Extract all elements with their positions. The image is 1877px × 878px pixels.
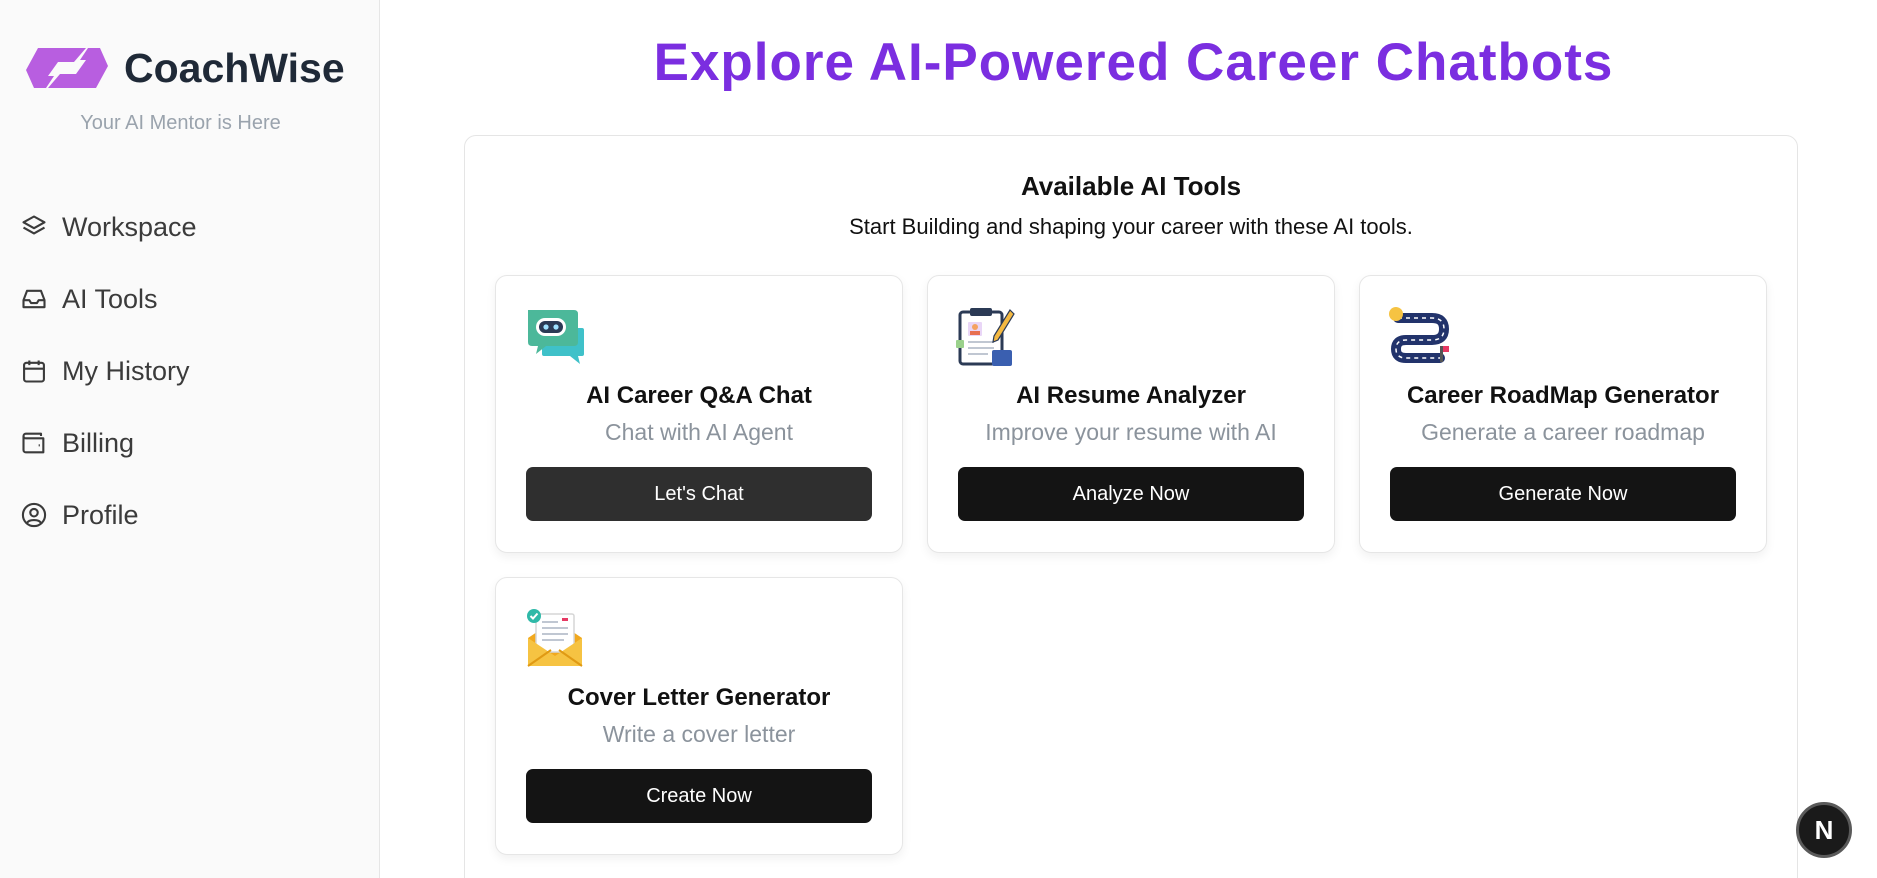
user-circle-icon: [20, 501, 48, 529]
inbox-icon: [20, 285, 48, 313]
tool-card-description: Write a cover letter: [602, 721, 796, 747]
page-title: Explore AI-Powered Career Chatbots: [653, 33, 1614, 92]
tool-card-career-chat: AI Career Q&A Chat Chat with AI Agent Le…: [495, 275, 903, 553]
sidebar-item-profile[interactable]: Profile: [0, 479, 379, 551]
resume-icon: [956, 308, 1015, 366]
envelope-letter-icon: [527, 609, 583, 667]
panel-title: Available AI Tools: [1020, 171, 1242, 201]
tool-card-description: Improve your resume with AI: [985, 419, 1277, 445]
tool-card-description: Generate a career roadmap: [1421, 419, 1705, 445]
sidebar-item-label: Profile: [62, 499, 139, 530]
sidebar-item-billing[interactable]: Billing: [0, 407, 379, 479]
calendar-icon: [20, 357, 48, 385]
analyze-now-button[interactable]: Analyze Now: [958, 467, 1304, 521]
roadmap-icon: [1389, 307, 1450, 363]
layers-icon: [20, 213, 48, 241]
brand-name: CoachWise: [124, 44, 345, 91]
nextjs-icon[interactable]: N: [1796, 802, 1852, 858]
tool-card-title: AI Resume Analyzer: [1016, 382, 1246, 409]
tool-card-resume-analyzer: AI Resume Analyzer Improve your resume w…: [927, 275, 1335, 553]
main-content: Explore AI-Powered Career Chatbots Avail…: [380, 0, 1877, 878]
create-now-button[interactable]: Create Now: [526, 769, 872, 823]
sidebar-item-label: My History: [62, 355, 190, 386]
tool-card-title: Career RoadMap Generator: [1406, 382, 1720, 409]
sidebar-item-workspace[interactable]: Workspace: [0, 191, 379, 263]
sidebar-item-label: AI Tools: [62, 283, 158, 314]
brand-tagline: Your AI Mentor is Here: [80, 112, 281, 134]
chat-bot-icon: [528, 310, 584, 364]
wallet-icon: [20, 429, 48, 457]
tool-card-roadmap-generator: Career RoadMap Generator Generate a care…: [1359, 275, 1767, 553]
sidebar-item-my-history[interactable]: My History: [0, 335, 379, 407]
lets-chat-button[interactable]: Let's Chat: [526, 467, 872, 521]
brand[interactable]: CoachWise: [0, 0, 379, 94]
sidebar-item-label: Workspace: [62, 211, 197, 242]
tool-card-cover-letter: Cover Letter Generator Write a cover let…: [495, 577, 903, 855]
tool-card-title: AI Career Q&A Chat: [586, 382, 812, 409]
sidebar-item-label: Billing: [62, 427, 135, 458]
sidebar-item-ai-tools[interactable]: AI Tools: [0, 263, 379, 335]
generate-now-button[interactable]: Generate Now: [1390, 467, 1736, 521]
tool-card-description: Chat with AI Agent: [605, 419, 793, 445]
sidebar: CoachWise Your AI Mentor is Here Workspa…: [0, 0, 380, 878]
sidebar-nav: Workspace AI Tools My History Billing Pr…: [0, 191, 379, 551]
panel-subtitle: Start Building and shaping your career w…: [849, 214, 1413, 239]
brand-logo-icon: [26, 48, 108, 88]
tools-panel: Available AI Tools Start Building and sh…: [464, 135, 1798, 878]
tool-card-title: Cover Letter Generator: [567, 684, 831, 711]
